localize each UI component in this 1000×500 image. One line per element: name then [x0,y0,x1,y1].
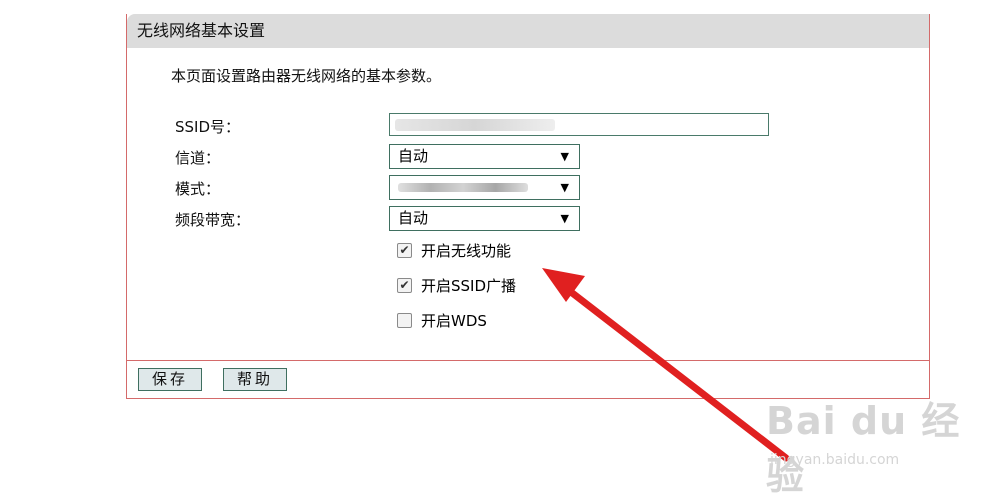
ssid-input[interactable] [389,113,769,136]
enable-wds-label: 开启WDS [421,312,487,330]
bandwidth-select[interactable]: 自动 ▼ [389,206,580,231]
panel-description: 本页面设置路由器无线网络的基本参数。 [171,67,442,85]
enable-ssid-broadcast-label: 开启SSID广播 [421,277,517,295]
footer-divider [127,360,929,361]
ssid-blurred-value [395,119,555,131]
ssid-label: SSID号： [175,118,241,136]
mode-select[interactable]: ▼ [389,175,580,200]
watermark-url: jingyan.baidu.com [770,452,900,468]
channel-select[interactable]: 自动 ▼ [389,144,580,169]
watermark-logo: Bai du 经验 [766,399,961,498]
help-button[interactable]: 帮助 [223,368,287,391]
bandwidth-selected-value: 自动 [398,209,429,227]
mode-blurred-value [398,183,528,192]
chevron-down-icon: ▼ [560,150,569,163]
channel-label: 信道： [175,149,221,167]
enable-wds-checkbox[interactable] [397,313,412,328]
bandwidth-label: 频段带宽： [175,211,251,229]
enable-wireless-checkbox[interactable]: ✔ [397,243,412,258]
enable-wireless-label: 开启无线功能 [421,242,512,260]
chevron-down-icon: ▼ [560,212,569,225]
channel-selected-value: 自动 [398,147,429,165]
chevron-down-icon: ▼ [560,181,569,194]
enable-ssid-broadcast-checkbox[interactable]: ✔ [397,278,412,293]
mode-label: 模式： [175,180,221,198]
wireless-settings-panel: 无线网络基本设置 本页面设置路由器无线网络的基本参数。 SSID号： 信道： 自… [126,14,930,399]
save-button[interactable]: 保存 [138,368,202,391]
panel-title: 无线网络基本设置 [127,14,929,48]
baidu-watermark: Bai du 经验 jingyan.baidu.com [766,390,976,498]
